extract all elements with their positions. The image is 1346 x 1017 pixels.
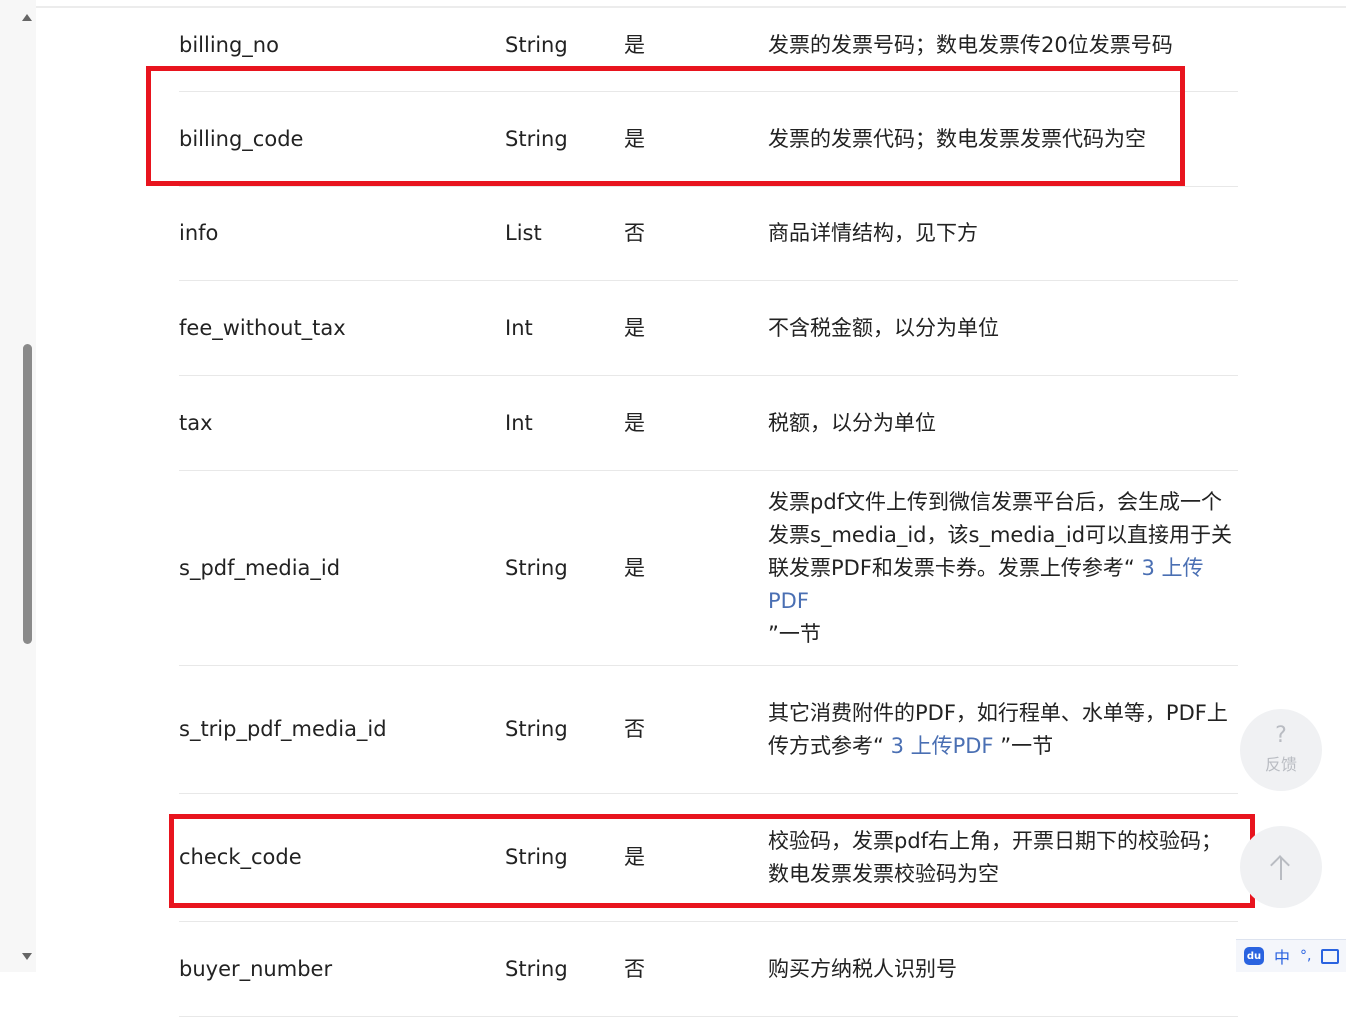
param-description: 发票pdf文件上传到微信发票平台后，会生成一个 发票s_media_id，该s_… <box>768 471 1243 665</box>
param-required: 是 <box>624 315 645 340</box>
param-required: 是 <box>624 126 645 151</box>
ime-screen-icon[interactable] <box>1321 948 1340 964</box>
description-line: 其它消费附件的PDF，如行程单、水单等，PDF上 <box>768 700 1228 725</box>
param-description: 发票的发票号码；数电发票传20位发票号码 <box>768 33 1173 57</box>
param-name: billing_no <box>179 33 279 57</box>
table-row: info List 否 商品详情结构，见下方 <box>179 187 1238 281</box>
table-row: s_pdf_media_id String 是 发票pdf文件上传到微信发票平台… <box>179 471 1238 666</box>
description-line: 数电发票发票校验码为空 <box>768 861 999 886</box>
description-text: 联发票PDF和发票卡券。发票上传参考“ <box>768 555 1142 580</box>
param-type: String <box>505 956 568 981</box>
param-description: 其它消费附件的PDF，如行程单、水单等，PDF上 传方式参考“ 3 上传PDF … <box>768 666 1243 793</box>
table-row: fee_without_tax Int 是 不含税金额，以分为单位 <box>179 281 1238 376</box>
ime-toolbar[interactable]: du 中 °, <box>1236 939 1346 972</box>
scroll-up-arrow-icon[interactable] <box>22 14 32 21</box>
param-required: 是 <box>624 845 645 869</box>
param-name: tax <box>179 410 213 435</box>
description-text: ”一节 <box>993 733 1054 758</box>
table-row: billing_no String 是 发票的发票号码；数电发票传20位发票号码 <box>179 0 1238 92</box>
back-to-top-button[interactable] <box>1240 826 1322 908</box>
table-row: billing_code String 是 发票的发票代码；数电发票发票代码为空 <box>179 92 1238 187</box>
param-name: buyer_number <box>179 956 333 981</box>
description-text: 传方式参考“ <box>768 733 891 758</box>
param-name: check_code <box>179 845 302 869</box>
description-line: ”一节 <box>768 621 821 646</box>
param-name: s_trip_pdf_media_id <box>179 717 387 741</box>
param-type: Int <box>505 410 533 435</box>
param-description: 税额，以分为单位 <box>768 410 936 435</box>
scrollbar-thumb[interactable] <box>23 344 32 644</box>
ime-chinese-mode[interactable]: 中 <box>1274 944 1290 968</box>
param-name: info <box>179 221 219 245</box>
description-line: 传方式参考“ 3 上传PDF ”一节 <box>768 730 1228 763</box>
table-row: tax Int 是 税额，以分为单位 <box>179 376 1238 471</box>
description-line: 校验码，发票pdf右上角，开票日期下的校验码； <box>768 828 1223 853</box>
param-name: s_pdf_media_id <box>179 555 341 580</box>
param-required: 是 <box>624 33 645 57</box>
param-description: 商品详情结构，见下方 <box>768 221 978 245</box>
param-description: 不含税金额，以分为单位 <box>768 315 999 340</box>
param-type: String <box>505 33 568 57</box>
description-line: 发票s_media_id，该s_media_id可以直接用于关 <box>768 522 1233 547</box>
param-required: 否 <box>624 956 645 981</box>
param-name: fee_without_tax <box>179 315 346 340</box>
param-type: String <box>505 717 568 741</box>
feedback-button[interactable]: ? 反馈 <box>1240 709 1322 791</box>
param-name: billing_code <box>179 126 304 151</box>
param-type: String <box>505 555 568 580</box>
param-required: 否 <box>624 717 645 741</box>
arrow-up-icon <box>1270 854 1292 880</box>
param-required: 是 <box>624 555 645 580</box>
description-line: 发票pdf文件上传到微信发票平台后，会生成一个 <box>768 489 1223 514</box>
ime-punctuation-toggle[interactable]: °, <box>1300 948 1311 964</box>
param-type: String <box>505 845 568 869</box>
table-row: check_code String 是 校验码，发票pdf右上角，开票日期下的校… <box>179 794 1238 922</box>
param-description: 校验码，发票pdf右上角，开票日期下的校验码； 数电发票发票校验码为空 <box>768 794 1243 921</box>
page-scrollbar[interactable] <box>0 0 36 972</box>
table-row: buyer_number String 否 购买方纳税人识别号 <box>179 922 1238 1017</box>
baidu-ime-logo-icon[interactable]: du <box>1244 947 1264 965</box>
param-type: String <box>505 126 568 151</box>
param-description: 发票的发票代码；数电发票发票代码为空 <box>768 126 1146 151</box>
param-type: Int <box>505 315 533 340</box>
param-required: 否 <box>624 221 645 245</box>
question-icon: ? <box>1275 723 1287 748</box>
description-line: 联发票PDF和发票卡券。发票上传参考“ 3 上传PDF <box>768 552 1243 618</box>
upload-pdf-link[interactable]: 3 上传PDF <box>891 734 994 758</box>
param-required: 是 <box>624 410 645 435</box>
param-type: List <box>505 221 542 245</box>
param-description: 购买方纳税人识别号 <box>768 956 957 981</box>
scroll-down-arrow-icon[interactable] <box>22 953 32 960</box>
table-row: s_trip_pdf_media_id String 否 其它消费附件的PDF，… <box>179 666 1238 794</box>
feedback-label: 反馈 <box>1264 755 1297 774</box>
